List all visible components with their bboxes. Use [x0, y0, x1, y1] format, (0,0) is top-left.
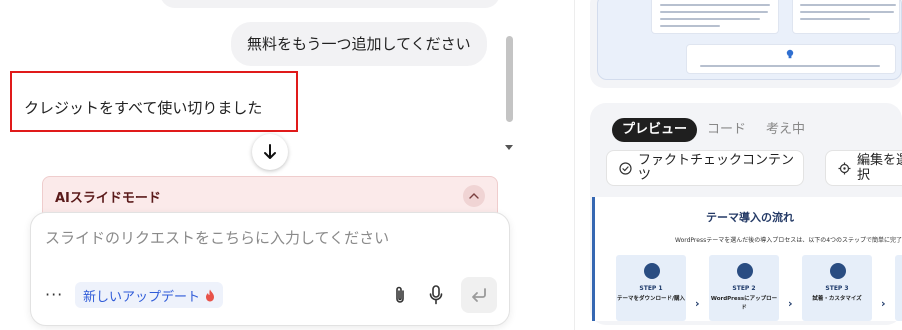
slide-title: テーマ導入の流れ [706, 211, 794, 224]
lightbulb-icon [786, 49, 794, 59]
collapse-mode-button[interactable] [463, 185, 485, 207]
step-label: STEP 2 [732, 285, 756, 292]
step-description: WordPressにアップロード [710, 296, 778, 311]
tab-preview[interactable]: プレビュー [612, 118, 698, 142]
crosshair-icon [838, 162, 851, 174]
chevron-right-icon: › [881, 297, 886, 310]
send-button[interactable] [461, 277, 497, 313]
preview-tabs: プレビュー コード 考え中 [612, 118, 815, 142]
enter-arrow-icon [472, 288, 486, 302]
scroll-to-bottom-button[interactable] [252, 134, 288, 170]
text-line [700, 65, 880, 67]
text-line [660, 4, 770, 6]
paperclip-icon [396, 286, 404, 303]
chevron-up-icon [469, 193, 479, 199]
attach-file-button[interactable] [389, 283, 411, 307]
step-label: STEP 3 [825, 285, 849, 292]
fact-check-button[interactable]: ファクトチェックコンテンツ [606, 150, 804, 186]
select-edit-button[interactable]: 編集を選択 [825, 150, 902, 186]
user-message-bubble: 無料をもう一つ追加してください [231, 22, 487, 66]
ai-slide-mode-bar[interactable]: AIスライドモード [42, 176, 498, 216]
previous-message-bubble [160, 0, 500, 8]
app-root: 無料をもう一つ追加してください クレジットをすべて使い切りました AIスライドモ… [0, 0, 902, 330]
step-card: STEP 2 WordPressにアップロード [709, 255, 779, 321]
step-label: STEP 1 [639, 285, 663, 292]
ai-slide-mode-label: AIスライドモード [55, 191, 161, 206]
step-card [895, 255, 902, 321]
step-description: 試着・カスタマイズ [812, 296, 862, 302]
message-composer: ··· 新しいアップデート [30, 212, 510, 326]
text-line [800, 18, 870, 20]
tab-thinking[interactable]: 考え中 [756, 118, 815, 142]
more-options-button[interactable]: ··· [45, 285, 63, 304]
chat-scrollbar-thumb[interactable] [506, 36, 513, 122]
step-description: テーマをダウンロード/購入 [616, 296, 685, 302]
slide-preview: テーマ導入の流れ WordPressテーマを選んだ後の導入プロセスは、以下の4つ… [592, 197, 902, 321]
chevron-right-icon: › [788, 297, 793, 310]
slide-request-input[interactable] [45, 229, 485, 247]
check-circle-icon [619, 161, 632, 175]
palette-icon [830, 263, 846, 279]
arrow-down-icon [264, 144, 276, 159]
fact-check-label: ファクトチェックコンテンツ [638, 153, 795, 183]
voice-input-button[interactable] [425, 283, 447, 307]
new-update-button[interactable]: 新しいアップデート [75, 282, 224, 308]
step-card: STEP 1 テーマをダウンロード/購入 [616, 255, 686, 321]
new-update-label: 新しいアップデート [83, 289, 201, 305]
tab-code[interactable]: コード [697, 118, 756, 142]
text-line [800, 11, 894, 13]
scroll-down-arrow-icon[interactable] [505, 145, 513, 150]
select-edit-label: 編集を選択 [857, 153, 902, 183]
chevron-right-icon: › [695, 297, 700, 310]
text-line [660, 11, 768, 13]
credits-exhausted-message: クレジットをすべて使い切りました [24, 99, 263, 117]
microphone-icon [429, 285, 443, 305]
slide-subtitle: WordPressテーマを選んだ後の導入プロセスは、以下の4つのステップで簡単に… [675, 237, 902, 244]
text-line [660, 25, 720, 27]
text-line [660, 18, 760, 20]
download-icon [644, 263, 660, 279]
step-card: STEP 3 試着・カスタマイズ [802, 255, 872, 321]
chat-panel: 無料をもう一つ追加してください クレジットをすべて使い切りました AIスライドモ… [0, 0, 522, 330]
flame-icon [206, 289, 215, 301]
upload-icon [737, 263, 753, 279]
text-line [800, 4, 896, 6]
